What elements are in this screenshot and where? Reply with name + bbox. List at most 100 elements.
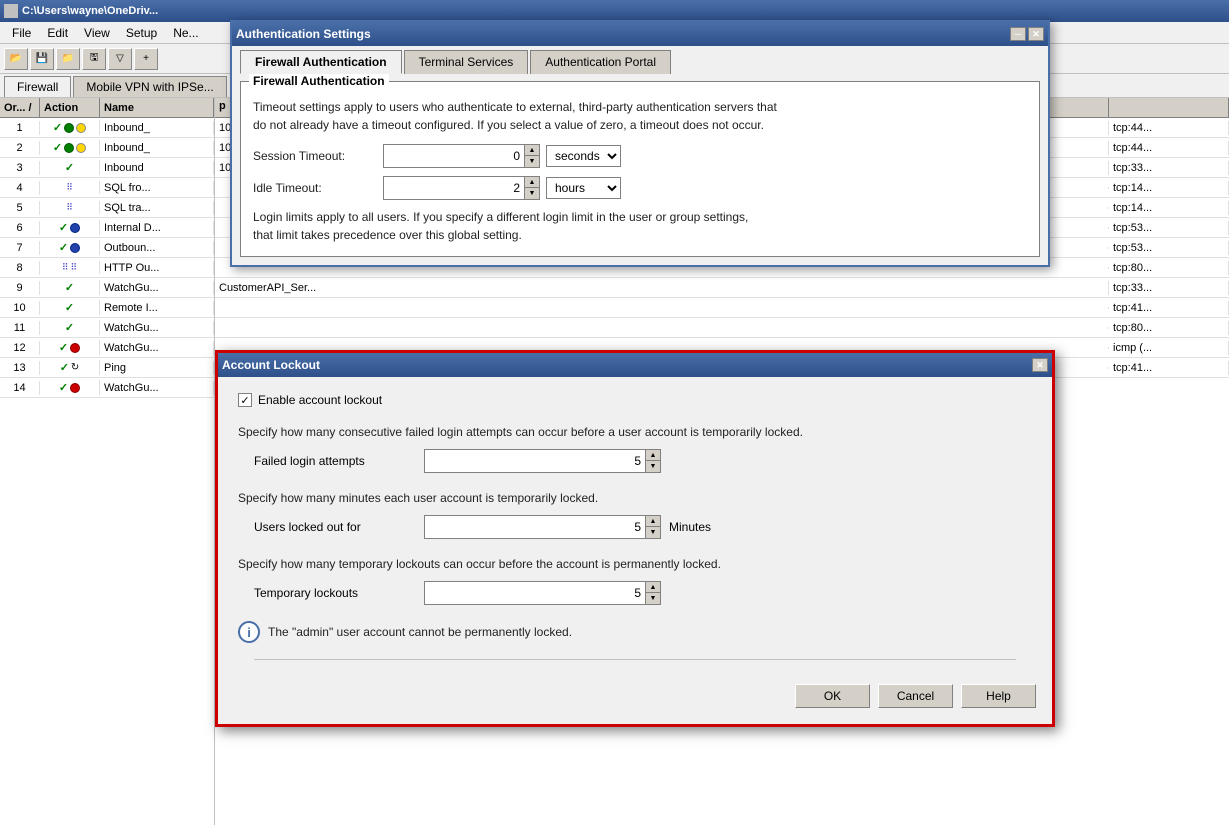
rtd-dest [215,347,1109,349]
failed-attempts-value[interactable] [425,450,645,472]
table-row[interactable]: 11 ✓ WatchGu... [0,318,214,338]
tab-auth-portal[interactable]: Authentication Portal [530,50,671,74]
idle-timeout-up[interactable]: ▲ [525,177,539,188]
rtd-port: tcp:14... [1109,201,1229,215]
td-order: 9 [0,281,40,295]
rtd-dest [215,307,1109,309]
lockout-ok-button[interactable]: OK [795,684,870,708]
idle-timeout-unit-select[interactable]: seconds minutes hours [546,177,621,199]
right-row[interactable]: tcp:41... [215,298,1229,318]
td-action: ✓ [40,220,100,235]
auth-description: Timeout settings apply to users who auth… [253,98,1027,134]
td-name: Internal D... [100,221,214,235]
menu-file[interactable]: File [4,24,39,42]
lockout-cancel-button[interactable]: Cancel [878,684,953,708]
toolbar-save[interactable]: 💾 [30,48,54,70]
toolbar-arrow[interactable]: ▽ [108,48,132,70]
rtd-port: tcp:53... [1109,241,1229,255]
auth-dialog: Authentication Settings ─ ✕ Firewall Aut… [230,20,1050,267]
table-row[interactable]: 9 ✓ WatchGu... [0,278,214,298]
toolbar-folder[interactable]: 📁 [56,48,80,70]
table-row[interactable]: 4 ⠿ SQL fro... [0,178,214,198]
td-order: 14 [0,381,40,395]
lockout-close[interactable]: ✕ [1032,358,1048,372]
right-row[interactable]: CustomerAPI_Ser... tcp:33... [215,278,1229,298]
rtd-port: tcp:41... [1109,361,1229,375]
table-row[interactable]: 7 ✓ Outboun... [0,238,214,258]
lockout-titlebar: Account Lockout ✕ [218,353,1052,377]
table-row[interactable]: 14 ✓ WatchGu... [0,378,214,398]
menu-view[interactable]: View [76,24,118,42]
temp-lockouts-spinners: ▲ ▼ [645,582,660,604]
rtd-dest: CustomerAPI_Ser... [215,281,1109,295]
temp-lockouts-down[interactable]: ▼ [646,593,660,604]
idle-timeout-value[interactable] [384,177,524,199]
failed-attempts-label: Failed login attempts [254,454,424,468]
table-row[interactable]: 1 ✓ Inbound_ [0,118,214,138]
menu-network[interactable]: Ne... [165,24,206,42]
table-row[interactable]: 3 ✓ Inbound [0,158,214,178]
temp-lockouts-up[interactable]: ▲ [646,582,660,593]
session-timeout-down[interactable]: ▼ [525,156,539,167]
temp-lockouts-row: Temporary lockouts ▲ ▼ [254,581,1032,605]
auth-dialog-minimize[interactable]: ─ [1010,27,1026,41]
locked-out-down[interactable]: ▼ [646,527,660,538]
temp-lockouts-input[interactable]: ▲ ▼ [424,581,661,605]
tab-mobilevpn[interactable]: Mobile VPN with IPSe... [73,76,226,97]
enable-lockout-checkbox[interactable]: ✓ [238,393,252,407]
table-row[interactable]: 13 ✓ ↻ Ping [0,358,214,378]
section3-desc: Specify how many temporary lockouts can … [238,555,1032,573]
idle-timeout-input[interactable]: ▲ ▼ [383,176,540,200]
td-name: SQL tra... [100,201,214,215]
lockout-dialog-buttons: OK Cancel Help [218,676,1052,724]
failed-attempts-spinners: ▲ ▼ [645,450,660,472]
lockout-dialog: Account Lockout ✕ ✓ Enable account locko… [215,350,1055,727]
session-timeout-input[interactable]: ▲ ▼ [383,144,540,168]
td-action: ✓ [40,280,100,295]
td-action: ✓ [40,320,100,335]
td-name: HTTP Ou... [100,261,214,275]
tab-firewall[interactable]: Firewall [4,76,71,97]
info-row: i The "admin" user account cannot be per… [238,621,1032,643]
locked-out-input[interactable]: ▲ ▼ [424,515,661,539]
td-name: WatchGu... [100,321,214,335]
lockout-help-button[interactable]: Help [961,684,1036,708]
menu-setup[interactable]: Setup [118,24,165,42]
policy-table: Or... / Action Name 1 ✓ Inbound_ 2 ✓ [0,98,215,825]
table-row[interactable]: 10 ✓ Remote I... [0,298,214,318]
td-action: ✓ [40,300,100,315]
td-action: ✓ [40,340,100,355]
locked-out-up[interactable]: ▲ [646,516,660,527]
auth-dialog-title: Authentication Settings [236,27,371,41]
auth-group-title: Firewall Authentication [249,74,389,88]
idle-timeout-down[interactable]: ▼ [525,188,539,199]
table-row[interactable]: 5 ⠿ SQL tra... [0,198,214,218]
toolbar-save2[interactable]: 🖫 [82,48,106,70]
locked-out-spinners: ▲ ▼ [645,516,660,538]
right-row[interactable]: tcp:80... [215,318,1229,338]
td-order: 8 [0,261,40,275]
table-row[interactable]: 8 ⠿ ⠿ HTTP Ou... [0,258,214,278]
tab-terminal-services[interactable]: Terminal Services [404,50,529,74]
auth-dialog-close[interactable]: ✕ [1028,27,1044,41]
enable-lockout-label: Enable account lockout [258,393,382,407]
td-order: 2 [0,141,40,155]
table-row[interactable]: 2 ✓ Inbound_ [0,138,214,158]
auth-dialog-body: Firewall Authentication Timeout settings… [232,73,1048,265]
locked-out-value[interactable] [425,516,645,538]
failed-attempts-input[interactable]: ▲ ▼ [424,449,661,473]
temp-lockouts-value[interactable] [425,582,645,604]
toolbar-open[interactable]: 📂 [4,48,28,70]
session-timeout-up[interactable]: ▲ [525,145,539,156]
table-row[interactable]: 6 ✓ Internal D... [0,218,214,238]
enable-lockout-row: ✓ Enable account lockout [238,393,1032,407]
session-timeout-unit-select[interactable]: seconds minutes hours [546,145,621,167]
tab-firewall-auth[interactable]: Firewall Authentication [240,50,402,74]
failed-attempts-up[interactable]: ▲ [646,450,660,461]
table-row[interactable]: 12 ✓ WatchGu... [0,338,214,358]
menu-edit[interactable]: Edit [39,24,76,42]
toolbar-add[interactable]: + [134,48,158,70]
rtd-port: tcp:33... [1109,281,1229,295]
failed-attempts-down[interactable]: ▼ [646,461,660,472]
session-timeout-value[interactable] [384,145,524,167]
